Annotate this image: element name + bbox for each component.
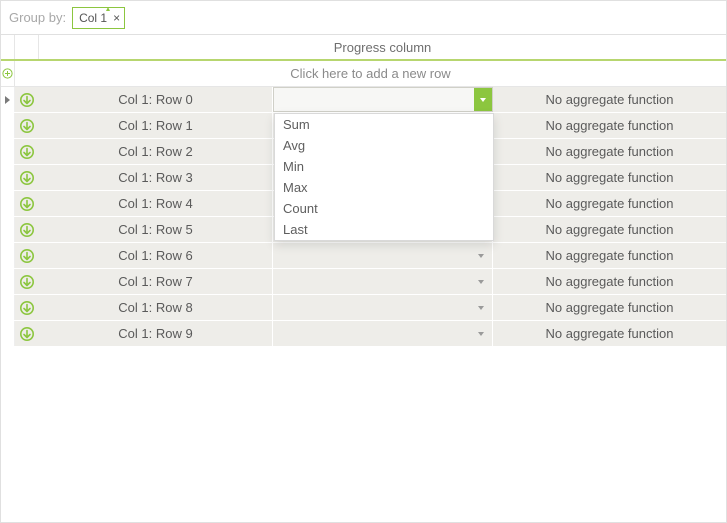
cell-aggregate-value[interactable]: No aggregate function [493, 113, 726, 138]
column-header-progress[interactable]: Progress column [39, 35, 726, 59]
dropdown-toggle-button[interactable] [474, 88, 492, 111]
cell-aggregate-selector[interactable] [273, 269, 493, 294]
dropdown-option[interactable]: Min [275, 156, 493, 177]
cell-aggregate-text: No aggregate function [546, 248, 674, 263]
table-row[interactable]: Col 1: Row 7 No aggregate function [1, 269, 726, 295]
cell-col1-text: Col 1: Row 9 [118, 326, 192, 341]
add-new-row-label: Click here to add a new row [15, 61, 726, 86]
download-arrow-icon [15, 321, 39, 346]
group-chip-col1[interactable]: Col 1 × [72, 7, 125, 29]
group-chip-label: Col 1 [79, 11, 107, 25]
group-chip-remove-button[interactable]: × [113, 12, 120, 24]
cell-aggregate-text: No aggregate function [546, 92, 674, 107]
column-header-row: Progress column [1, 35, 726, 61]
row-indicator-header [1, 35, 15, 59]
row-indicator [1, 295, 15, 320]
chevron-down-icon [478, 306, 484, 310]
download-arrow-icon [15, 217, 39, 242]
cell-aggregate-text: No aggregate function [546, 118, 674, 133]
chevron-down-icon [480, 98, 486, 102]
cell-col1-text: Col 1: Row 2 [118, 144, 192, 159]
cell-col1-text: Col 1: Row 5 [118, 222, 192, 237]
cell-col1[interactable]: Col 1: Row 4 [39, 191, 273, 216]
dropdown-option[interactable]: Count [275, 198, 493, 219]
download-arrow-icon [15, 295, 39, 320]
row-indicator [1, 113, 15, 138]
cell-col1[interactable]: Col 1: Row 9 [39, 321, 273, 346]
cell-aggregate-text: No aggregate function [546, 300, 674, 315]
download-arrow-icon [15, 113, 39, 138]
download-arrow-icon [15, 87, 39, 112]
row-indicator [1, 217, 15, 242]
cell-aggregate-text: No aggregate function [546, 326, 674, 341]
cell-aggregate-value[interactable]: No aggregate function [493, 165, 726, 190]
cell-aggregate-text: No aggregate function [546, 144, 674, 159]
cell-aggregate-value[interactable]: No aggregate function [493, 87, 726, 112]
cell-aggregate-selector[interactable] [273, 243, 493, 268]
cell-col1-text: Col 1: Row 1 [118, 118, 192, 133]
cell-col1[interactable]: Col 1: Row 3 [39, 165, 273, 190]
table-row[interactable]: Col 1: Row 0 No aggregate function [1, 87, 726, 113]
cell-aggregate-value[interactable]: No aggregate function [493, 139, 726, 164]
cell-col1[interactable]: Col 1: Row 7 [39, 269, 273, 294]
cell-aggregate-selector[interactable] [273, 87, 493, 112]
cell-aggregate-text: No aggregate function [546, 196, 674, 211]
row-indicator [1, 87, 15, 112]
chevron-down-icon [478, 254, 484, 258]
cell-col1-text: Col 1: Row 0 [118, 92, 192, 107]
row-indicator [1, 165, 15, 190]
cell-aggregate-text: No aggregate function [546, 170, 674, 185]
download-arrow-icon [15, 269, 39, 294]
row-indicator [1, 269, 15, 294]
groupby-bar: Group by: Col 1 × [1, 1, 726, 35]
table-row[interactable]: Col 1: Row 9 No aggregate function [1, 321, 726, 347]
table-row[interactable]: Col 1: Row 8 No aggregate function [1, 295, 726, 321]
cell-col1-text: Col 1: Row 8 [118, 300, 192, 315]
column-header-label: Progress column [334, 40, 432, 55]
cell-col1[interactable]: Col 1: Row 6 [39, 243, 273, 268]
row-indicator [1, 191, 15, 216]
row-indicator [1, 243, 15, 268]
dropdown-option[interactable]: Last [275, 219, 493, 240]
grid-container: Group by: Col 1 × Progress column Click … [0, 0, 727, 523]
cell-col1-text: Col 1: Row 6 [118, 248, 192, 263]
row-icon-header [15, 35, 39, 59]
current-row-marker-icon [5, 96, 10, 104]
groupby-label: Group by: [9, 10, 66, 25]
sort-ascending-icon [106, 7, 110, 11]
chevron-down-icon [478, 280, 484, 284]
cell-col1-text: Col 1: Row 3 [118, 170, 192, 185]
chevron-down-icon [478, 332, 484, 336]
download-arrow-icon [15, 191, 39, 216]
cell-col1[interactable]: Col 1: Row 0 [39, 87, 273, 112]
cell-col1-text: Col 1: Row 7 [118, 274, 192, 289]
cell-col1[interactable]: Col 1: Row 1 [39, 113, 273, 138]
dropdown-option[interactable]: Avg [275, 135, 493, 156]
row-indicator [1, 321, 15, 346]
add-row-icon[interactable] [1, 61, 15, 86]
row-indicator [1, 139, 15, 164]
cell-aggregate-value[interactable]: No aggregate function [493, 295, 726, 320]
cell-aggregate-selector[interactable] [273, 321, 493, 346]
download-arrow-icon [15, 139, 39, 164]
cell-col1[interactable]: Col 1: Row 2 [39, 139, 273, 164]
download-arrow-icon [15, 165, 39, 190]
cell-col1-text: Col 1: Row 4 [118, 196, 192, 211]
download-arrow-icon [15, 243, 39, 268]
cell-aggregate-value[interactable]: No aggregate function [493, 191, 726, 216]
cell-aggregate-value[interactable]: No aggregate function [493, 217, 726, 242]
cell-aggregate-text: No aggregate function [546, 222, 674, 237]
cell-col1[interactable]: Col 1: Row 5 [39, 217, 273, 242]
dropdown-option[interactable]: Max [275, 177, 493, 198]
add-new-row[interactable]: Click here to add a new row [1, 61, 726, 87]
table-row[interactable]: Col 1: Row 6 No aggregate function [1, 243, 726, 269]
cell-aggregate-selector[interactable] [273, 295, 493, 320]
aggregate-dropdown-popup[interactable]: SumAvgMinMaxCountLast [274, 113, 494, 241]
cell-col1[interactable]: Col 1: Row 8 [39, 295, 273, 320]
dropdown-option[interactable]: Sum [275, 114, 493, 135]
cell-aggregate-value[interactable]: No aggregate function [493, 269, 726, 294]
cell-aggregate-value[interactable]: No aggregate function [493, 321, 726, 346]
cell-aggregate-value[interactable]: No aggregate function [493, 243, 726, 268]
cell-aggregate-text: No aggregate function [546, 274, 674, 289]
